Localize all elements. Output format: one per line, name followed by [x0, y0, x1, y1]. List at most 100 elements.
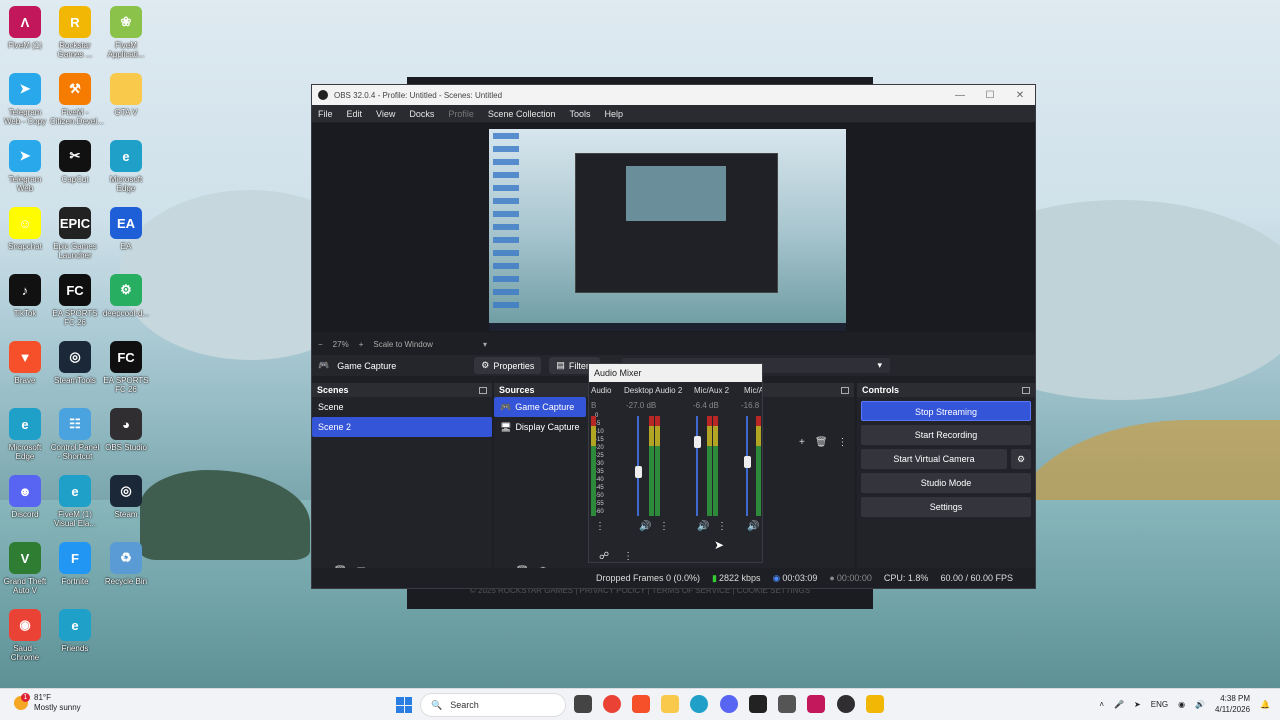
wifi-icon[interactable]: ◉ [1178, 700, 1185, 709]
properties-button[interactable]: ⚙ Properties [474, 357, 542, 374]
folder-icon [110, 73, 142, 105]
menu-edit[interactable]: Edit [347, 109, 363, 119]
start-button[interactable] [396, 697, 412, 713]
start-recording-button[interactable]: Start Recording [861, 425, 1031, 445]
location-icon[interactable]: ➤ [1134, 700, 1141, 709]
channel-menu-icon[interactable]: ⋮ [717, 521, 727, 532]
menu-help[interactable]: Help [604, 109, 623, 119]
rockstar-taskbar-icon[interactable] [866, 695, 884, 713]
menu-profile[interactable]: Profile [448, 109, 474, 119]
volume-slider-handle[interactable] [635, 466, 642, 478]
edge-taskbar-icon[interactable] [690, 695, 708, 713]
studio-mode-button[interactable]: Studio Mode [861, 473, 1031, 493]
desktop-icon[interactable]: V Grand Theft Auto V [0, 542, 50, 595]
desktop-icon[interactable]: F Fortnite [50, 542, 100, 586]
discord-taskbar-icon[interactable] [720, 695, 738, 713]
maximize-button[interactable]: ☐ [975, 90, 1005, 101]
capcut-taskbar-icon[interactable] [749, 695, 767, 713]
clock[interactable]: 4:38 PM 4/11/2026 [1215, 693, 1250, 715]
remove-transition-button[interactable]: 🗑 [815, 437, 828, 448]
brave-taskbar-icon[interactable] [632, 695, 650, 713]
desktop-icon-label: Microsoft Edge [109, 175, 143, 193]
desktop-icon[interactable]: e Microsoft Edge [0, 408, 50, 461]
cpu-usage: CPU: 1.8% [883, 573, 929, 583]
desktop-icon[interactable]: ➤ Telegram Web - Copy [0, 73, 50, 126]
desktop-icon[interactable]: ❀ FiveM Applicati... [101, 6, 151, 59]
volume-slider-track[interactable] [696, 416, 698, 516]
menu-file[interactable]: File [318, 109, 333, 119]
desktop-icon[interactable]: ◎ Steam [101, 475, 151, 519]
menu-scene-collection[interactable]: Scene Collection [488, 109, 556, 119]
virtual-camera-settings-icon[interactable]: ⚙ [1011, 449, 1031, 469]
language-indicator[interactable]: ENG [1151, 700, 1168, 709]
desktop-icon[interactable]: ☻ Discord [0, 475, 50, 519]
minimize-button[interactable]: — [945, 90, 975, 101]
desktop-icon[interactable]: ✂ CapCut [50, 140, 100, 184]
desktop-icon[interactable]: e Friends [50, 609, 100, 653]
obs-taskbar-icon[interactable] [837, 695, 855, 713]
app-taskbar-icon[interactable] [778, 695, 796, 713]
desktop-icon[interactable]: ⚒ FiveM - Citizen.Devel... [50, 73, 104, 126]
zoom-in-button[interactable]: + [359, 340, 364, 349]
desktop-icon[interactable]: GTA V [101, 73, 151, 117]
zoom-out-button[interactable]: − [318, 340, 323, 349]
source-item-game-capture[interactable]: 🎮 Game Capture [494, 397, 586, 417]
desktop-icon[interactable]: ◕ OBS Studio [101, 408, 151, 452]
desktop-icon-label: EA [120, 242, 132, 251]
task-view-icon[interactable] [574, 695, 592, 713]
scene-item-scene[interactable]: Scene [312, 397, 492, 417]
microphone-icon[interactable]: 🎤 [1114, 700, 1124, 709]
desktop-icon[interactable]: ◎ SteamTools [50, 341, 100, 385]
dock-float-icon[interactable] [841, 386, 849, 394]
desktop-icon[interactable]: e FiveM (1) Visual Ela... [50, 475, 100, 528]
add-transition-button[interactable]: + [799, 437, 805, 448]
desktop-icon[interactable]: Λ FiveM (1) [0, 6, 50, 50]
desktop-icon[interactable]: ▼ Brave [0, 341, 50, 385]
dock-float-icon[interactable] [1022, 386, 1030, 394]
volume-icon[interactable]: 🔊 [1195, 700, 1205, 709]
speaker-icon[interactable]: 🔊 [639, 521, 651, 532]
desktop-icon[interactable]: EPIC Epic Games Launcher [50, 207, 100, 260]
desktop-icon[interactable]: ☺ Snapchat [0, 207, 50, 251]
menu-view[interactable]: View [376, 109, 395, 119]
volume-slider-handle[interactable] [694, 436, 701, 448]
taskbar-search[interactable]: 🔍 Search [420, 693, 566, 717]
file-explorer-icon[interactable] [661, 695, 679, 713]
scale-mode-dropdown-icon[interactable]: ▾ [483, 340, 487, 349]
db-scale-tick: -20 [595, 445, 604, 451]
volume-slider-handle[interactable] [744, 456, 751, 468]
notifications-icon[interactable]: 🔔 [1260, 700, 1270, 709]
fivem-taskbar-icon[interactable] [807, 695, 825, 713]
desktop-icon[interactable]: R Rockstar Games ... [50, 6, 100, 59]
desktop-icon[interactable]: EA EA [101, 207, 151, 251]
chevron-up-icon[interactable]: ˄ [1099, 700, 1104, 709]
speaker-icon[interactable]: 🔊 [697, 521, 709, 532]
channel-menu-icon[interactable]: ⋮ [595, 521, 605, 532]
desktop-icon[interactable]: e Microsoft Edge [101, 140, 151, 193]
desktop-icon[interactable]: ◉ Saud - Chrome [0, 609, 50, 662]
desktop-icon[interactable]: FC EA SPORTS FC 26 [50, 274, 100, 327]
program-preview[interactable] [489, 129, 846, 331]
scale-mode[interactable]: Scale to Window [373, 340, 433, 349]
desktop-icon[interactable]: ☷ Control Panel - Shortcut [50, 408, 100, 461]
settings-button[interactable]: Settings [861, 497, 1031, 517]
close-button[interactable]: ✕ [1005, 90, 1035, 101]
transition-menu-icon[interactable]: ⋮ [838, 437, 848, 448]
scene-item-scene-2[interactable]: Scene 2 [312, 417, 492, 437]
speaker-icon[interactable]: 🔊 [747, 521, 759, 532]
mixer-menu-icon[interactable]: ⋮ [623, 551, 633, 562]
desktop-icon[interactable]: ⚙ deepcool-d... [101, 274, 151, 318]
desktop-icon[interactable]: FC EA SPORTS FC 26 [101, 341, 151, 394]
desktop-icon[interactable]: ♪ TikTok [0, 274, 50, 318]
stop-streaming-button[interactable]: Stop Streaming [861, 401, 1031, 421]
channel-menu-icon[interactable]: ⋮ [659, 521, 669, 532]
advanced-audio-link-icon[interactable]: ☍ [599, 551, 609, 562]
menu-docks[interactable]: Docks [409, 109, 434, 119]
dock-float-icon[interactable] [479, 386, 487, 394]
weather-widget[interactable]: 1 81°F Mostly sunny [14, 693, 81, 713]
start-virtual-camera-button[interactable]: Start Virtual Camera [861, 449, 1007, 469]
desktop-icon[interactable]: ➤ Telegram Web [0, 140, 50, 193]
desktop-icon[interactable]: ♻ Recycle Bin [101, 542, 151, 586]
menu-tools[interactable]: Tools [569, 109, 590, 119]
chrome-taskbar-icon[interactable] [603, 695, 621, 713]
